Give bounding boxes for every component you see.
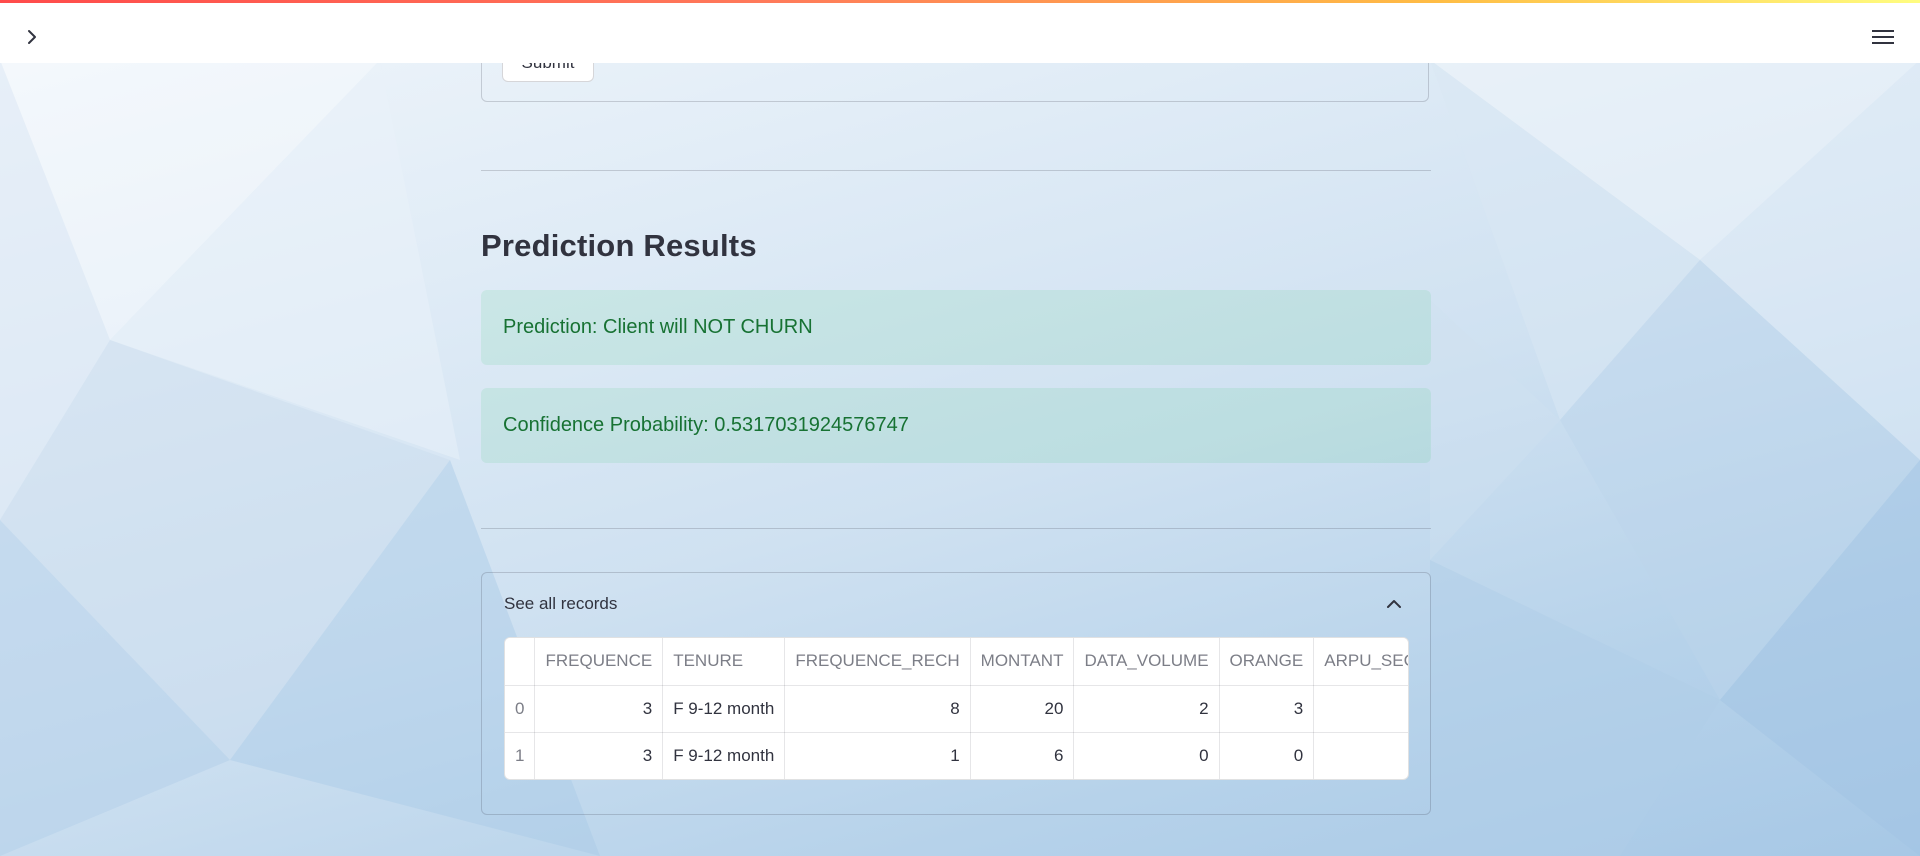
divider bbox=[481, 170, 1431, 171]
table-cell[interactable]: 3 bbox=[534, 732, 664, 779]
prediction-results-heading: Prediction Results bbox=[481, 228, 757, 263]
chevron-right-icon bbox=[28, 30, 36, 44]
app-header bbox=[0, 3, 1920, 63]
table-cell[interactable]: 3 bbox=[1219, 685, 1315, 733]
table-cell[interactable]: 6 bbox=[970, 732, 1075, 779]
column-header[interactable]: FREQUENCE bbox=[534, 638, 664, 686]
hamburger-menu-icon bbox=[1872, 30, 1894, 44]
column-header[interactable]: ORANGE bbox=[1219, 638, 1315, 686]
column-header[interactable]: ARPU_SEG bbox=[1313, 638, 1408, 686]
main-menu-button[interactable] bbox=[1866, 21, 1900, 53]
column-header[interactable]: MONTANT bbox=[970, 638, 1075, 686]
prediction-text: Prediction: Client will NOT CHURN bbox=[503, 316, 813, 338]
top-decoration-strip bbox=[0, 0, 1920, 3]
records-expander: See all records FREQUENCE TENURE FREQUEN… bbox=[481, 572, 1431, 815]
row-index[interactable]: 1 bbox=[505, 732, 536, 779]
confidence-alert: Confidence Probability: 0.53170319245767… bbox=[481, 388, 1431, 463]
confidence-text: Confidence Probability: 0.53170319245767… bbox=[503, 414, 909, 436]
column-header[interactable]: FREQUENCE_RECH bbox=[784, 638, 971, 686]
table-header-row: FREQUENCE TENURE FREQUENCE_RECH MONTANT … bbox=[505, 638, 1408, 686]
records-data-table: FREQUENCE TENURE FREQUENCE_RECH MONTANT … bbox=[505, 638, 1408, 779]
table-cell[interactable] bbox=[1313, 732, 1408, 779]
column-header-index[interactable] bbox=[505, 638, 536, 686]
table-cell[interactable]: 3 bbox=[534, 685, 664, 733]
table-cell[interactable]: F 9-12 month bbox=[662, 732, 786, 779]
divider bbox=[481, 528, 1431, 529]
prediction-alert: Prediction: Client will NOT CHURN bbox=[481, 290, 1431, 365]
table-cell[interactable]: 0 bbox=[1219, 732, 1315, 779]
table-cell[interactable]: 1 bbox=[784, 732, 971, 779]
table-cell[interactable]: F 9-12 month bbox=[662, 685, 786, 733]
table-row: 0 3 F 9-12 month 8 20 2 3 bbox=[505, 685, 1408, 733]
records-expander-label: See all records bbox=[504, 594, 618, 613]
table-cell[interactable]: 0 bbox=[1073, 732, 1220, 779]
chevron-up-icon[interactable] bbox=[1384, 594, 1404, 614]
table-cell[interactable]: 20 bbox=[970, 685, 1075, 733]
table-cell[interactable]: 8 bbox=[784, 685, 971, 733]
column-header[interactable]: TENURE bbox=[662, 638, 786, 686]
records-expander-header[interactable]: See all records bbox=[482, 573, 1430, 633]
table-cell[interactable] bbox=[1313, 685, 1408, 733]
row-index[interactable]: 0 bbox=[505, 685, 536, 733]
sidebar-toggle-button[interactable] bbox=[18, 23, 46, 51]
records-table[interactable]: FREQUENCE TENURE FREQUENCE_RECH MONTANT … bbox=[504, 637, 1409, 780]
column-header[interactable]: DATA_VOLUME bbox=[1073, 638, 1220, 686]
table-cell[interactable]: 2 bbox=[1073, 685, 1220, 733]
table-row: 1 3 F 9-12 month 1 6 0 0 bbox=[505, 732, 1408, 779]
